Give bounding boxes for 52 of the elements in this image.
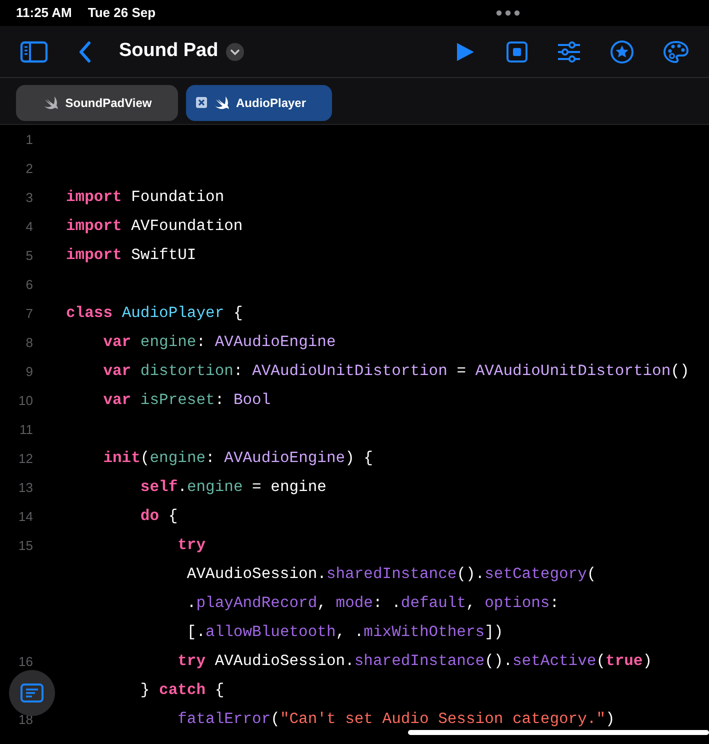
code-line: class AudioPlayer { [66, 302, 243, 324]
line-number: 14 [18, 508, 33, 526]
more-icon[interactable] [496, 10, 520, 16]
document-title[interactable]: Sound Pad [119, 37, 218, 66]
line-number: 2 [24, 160, 33, 178]
document-icon [20, 683, 44, 703]
code-line: var engine: AVAudioEngine [102, 332, 336, 353]
line-number: 13 [18, 478, 33, 497]
sliders-icon[interactable] [557, 40, 581, 62]
code-line: self.engine = engine [139, 476, 326, 498]
sidebar-icon[interactable] [20, 40, 48, 62]
code-line: AVAudioSession.sharedInstance().setCategory( [186, 564, 596, 585]
code-line: .playAndRecord, mode: .default, options: [186, 592, 560, 614]
back-icon[interactable] [78, 40, 92, 62]
line-number: 18 [18, 710, 33, 729]
code-line: try AVAudioSession.sharedInstance().setActive(true) [176, 650, 652, 672]
status-date: Tue 26 Sep [88, 4, 156, 22]
line-number: 9 [24, 362, 33, 381]
code-line: init(engine: AVAudioEngine) { [102, 448, 373, 469]
line-number: 7 [24, 304, 33, 323]
code-line: var distortion: AVAudioUnitDistortion = AVAudioUnitDistortion() [102, 360, 690, 382]
code-line: var isPreset: Bool [102, 390, 271, 411]
line-number: 12 [18, 450, 33, 468]
status-time: 11:25 AM [16, 4, 72, 22]
dropdown-icon[interactable] [226, 42, 244, 60]
line-number: 5 [24, 246, 33, 265]
code-line: import Foundation [66, 186, 224, 208]
line-number: 1 [24, 130, 33, 149]
outline-button[interactable] [9, 670, 55, 716]
code-line: import AVFoundation [66, 216, 243, 237]
swift-icon [213, 94, 230, 110]
code-line: import SwiftUI [66, 244, 196, 266]
line-number: 6 [24, 276, 33, 294]
code-line: do { [139, 506, 178, 527]
code-line: try [176, 534, 206, 556]
code-line: [.allowBluetooth, .mixWithOthers]) [186, 622, 504, 643]
line-number: 10 [18, 392, 33, 410]
code-line: fatalError("Can't set Audio Session category.") [176, 708, 615, 730]
line-number: 3 [24, 188, 33, 207]
line-number: 16 [18, 652, 33, 671]
line-number: 8 [24, 334, 33, 352]
play-icon[interactable] [455, 42, 475, 62]
swift-icon [42, 94, 60, 110]
stop-icon[interactable] [506, 40, 528, 62]
file-tab[interactable]: SoundPadView [16, 84, 178, 120]
close-icon[interactable] [196, 97, 207, 108]
code-line: } catch { [139, 680, 224, 701]
file-tab[interactable]: AudioPlayer [186, 84, 332, 120]
line-number: 15 [18, 536, 33, 555]
line-number: 11 [18, 420, 33, 439]
line-number: 4 [24, 218, 33, 236]
palette-icon[interactable] [663, 40, 689, 64]
